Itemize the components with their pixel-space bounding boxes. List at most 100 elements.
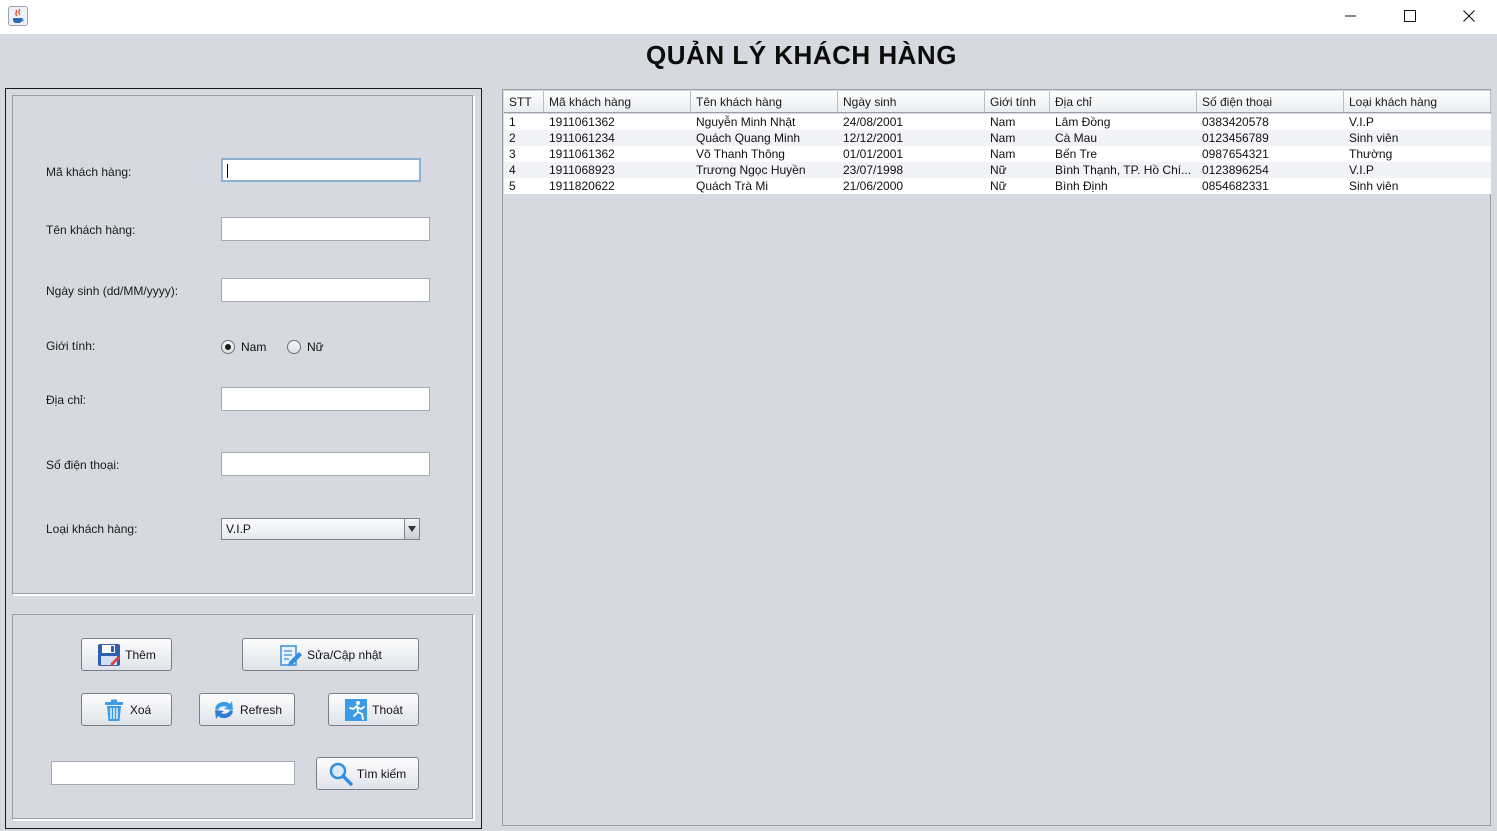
table-row[interactable]: 3 1911061362 Võ Thanh Thông 01/01/2001 N… — [504, 146, 1491, 162]
cell-loai-kh: Sinh viên — [1349, 131, 1399, 145]
customer-table-panel: STT Mã khách hàng Tên khách hàng Ngày si… — [502, 89, 1491, 826]
loai-kh-selected: V.I.P — [226, 522, 251, 536]
maximize-button[interactable] — [1381, 0, 1439, 32]
minimize-button[interactable] — [1322, 0, 1380, 32]
cell-loai-kh: V.I.P — [1349, 115, 1374, 129]
cell-so-dt: 0123456789 — [1202, 131, 1269, 145]
sua-cap-nhat-button[interactable]: Sửa/Cập nhật — [242, 638, 419, 671]
page-title: QUẢN LÝ KHÁCH HÀNG — [646, 40, 957, 70]
radio-nu[interactable]: Nữ — [287, 338, 324, 356]
sua-label: Sửa/Cập nhật — [307, 647, 382, 662]
text-caret — [227, 164, 228, 178]
search-icon — [329, 762, 353, 786]
cell-dia-chi: Bến Tre — [1055, 147, 1098, 161]
cell-ten-kh: Quách Trà Mi — [696, 179, 769, 193]
ngay-sinh-input[interactable] — [221, 278, 430, 302]
save-icon — [97, 643, 121, 667]
xoa-button[interactable]: Xoá — [81, 693, 172, 726]
minimize-icon — [1345, 15, 1356, 17]
cell-gioi-tinh: Nam — [990, 115, 1016, 129]
search-input[interactable] — [51, 761, 295, 785]
them-button[interactable]: Thêm — [81, 638, 172, 671]
cell-loai-kh: V.I.P — [1349, 163, 1374, 177]
refresh-label: Refresh — [239, 702, 283, 717]
tim-kiem-button[interactable]: Tìm kiếm — [316, 757, 419, 790]
cell-ma-kh: 1911820622 — [549, 179, 615, 193]
cell-ma-kh: 1911061234 — [549, 131, 615, 145]
cell-so-dt: 0854682331 — [1202, 179, 1269, 193]
cell-ngay-sinh: 23/07/1998 — [843, 163, 904, 177]
table-row[interactable]: 2 1911061234 Quách Quang Minh 12/12/2001… — [504, 130, 1491, 146]
cell-loai-kh: Thường — [1349, 147, 1393, 161]
cell-so-dt: 0987654321 — [1202, 147, 1269, 161]
edit-icon — [279, 643, 303, 667]
column-header-ma-kh[interactable]: Mã khách hàng — [544, 91, 691, 112]
column-header-loai-kh[interactable]: Loại khách hàng — [1344, 91, 1491, 112]
cell-ngay-sinh: 01/01/2001 — [843, 147, 904, 161]
ma-kh-label: Mã khách hàng: — [46, 165, 132, 179]
tim-kiem-label: Tìm kiếm — [356, 766, 407, 781]
ten-kh-input[interactable] — [221, 217, 430, 241]
maximize-icon — [1404, 10, 1416, 22]
cell-stt: 3 — [509, 147, 516, 161]
so-dt-input[interactable] — [221, 452, 430, 476]
cell-ngay-sinh: 21/06/2000 — [843, 179, 904, 193]
table-row[interactable]: 1 1911061362 Nguyễn Minh Nhật 24/08/2001… — [504, 114, 1491, 130]
cell-dia-chi: Cà Mau — [1055, 131, 1098, 145]
customer-form: Mã khách hàng: Tên khách hàng: Ngày sinh… — [12, 95, 474, 595]
dia-chi-input[interactable] — [221, 387, 430, 411]
cell-so-dt: 0123896254 — [1202, 163, 1269, 177]
loai-kh-label: Loại khách hàng: — [46, 522, 138, 536]
cell-stt: 4 — [509, 163, 516, 177]
close-button[interactable] — [1440, 0, 1497, 32]
table-header: STT Mã khách hàng Tên khách hàng Ngày si… — [504, 91, 1491, 113]
cell-gioi-tinh: Nam — [990, 131, 1016, 145]
column-header-stt[interactable]: STT — [504, 91, 544, 112]
column-header-ngay-sinh[interactable]: Ngày sinh — [838, 91, 985, 112]
thoat-button[interactable]: Thoát — [328, 693, 419, 726]
radio-nu-label: Nữ — [307, 340, 324, 354]
gioi-tinh-label: Giới tính: — [46, 339, 96, 353]
radio-checked-icon — [221, 340, 235, 354]
column-header-dia-chi[interactable]: Địa chỉ — [1050, 91, 1197, 112]
ngay-sinh-label: Ngày sinh (dd/MM/yyyy): — [46, 284, 179, 298]
cell-ma-kh: 1911068923 — [549, 163, 615, 177]
cell-ngay-sinh: 24/08/2001 — [843, 115, 904, 129]
cell-dia-chi: Lâm Đồng — [1055, 115, 1111, 129]
left-panel: Mã khách hàng: Tên khách hàng: Ngày sinh… — [5, 88, 482, 829]
cell-ten-kh: Nguyễn Minh Nhật — [696, 115, 796, 129]
cell-so-dt: 0383420578 — [1202, 115, 1269, 129]
cell-gioi-tinh: Nữ — [990, 163, 1007, 177]
refresh-button[interactable]: Refresh — [199, 693, 295, 726]
exit-icon — [344, 698, 368, 722]
xoa-label: Xoá — [129, 702, 152, 717]
them-label: Thêm — [125, 647, 156, 662]
column-header-ten-kh[interactable]: Tên khách hàng — [691, 91, 838, 112]
loai-kh-select[interactable]: V.I.P — [221, 518, 420, 540]
cell-gioi-tinh: Nam — [990, 147, 1016, 161]
cell-stt: 1 — [509, 115, 516, 129]
cell-gioi-tinh: Nữ — [990, 179, 1007, 193]
ten-kh-label: Tên khách hàng: — [46, 223, 136, 237]
radio-unchecked-icon — [287, 340, 301, 354]
column-header-gioi-tinh[interactable]: Giới tính — [985, 91, 1050, 112]
column-header-so-dt[interactable]: Số điện thoại — [1197, 91, 1344, 112]
cell-ten-kh: Trương Ngọc Huyền — [696, 163, 806, 177]
cell-ma-kh: 1911061362 — [549, 115, 615, 129]
window-title-bar — [0, 0, 1497, 34]
refresh-icon — [212, 698, 236, 722]
dia-chi-label: Địa chỉ: — [46, 393, 87, 407]
table-body: 1 1911061362 Nguyễn Minh Nhật 24/08/2001… — [504, 114, 1491, 194]
action-panel: Thêm Sửa/Cập nhật Xoá Refresh Thoát Tìm … — [12, 614, 474, 820]
dropdown-arrow-icon[interactable] — [404, 519, 419, 539]
cell-ma-kh: 1911061362 — [549, 147, 615, 161]
table-row[interactable]: 4 1911068923 Trương Ngọc Huyền 23/07/199… — [504, 162, 1491, 178]
ma-kh-input[interactable] — [221, 158, 421, 182]
table-row[interactable]: 5 1911820622 Quách Trà Mi 21/06/2000 Nữ … — [504, 178, 1491, 194]
cell-ten-kh: Võ Thanh Thông — [696, 147, 785, 161]
java-app-icon[interactable] — [8, 6, 28, 26]
cell-dia-chi: Bình Thạnh, TP. Hồ Chí... — [1055, 163, 1192, 177]
trash-icon — [102, 698, 126, 722]
radio-nam[interactable]: Nam — [221, 338, 266, 356]
cell-ngay-sinh: 12/12/2001 — [843, 131, 904, 145]
